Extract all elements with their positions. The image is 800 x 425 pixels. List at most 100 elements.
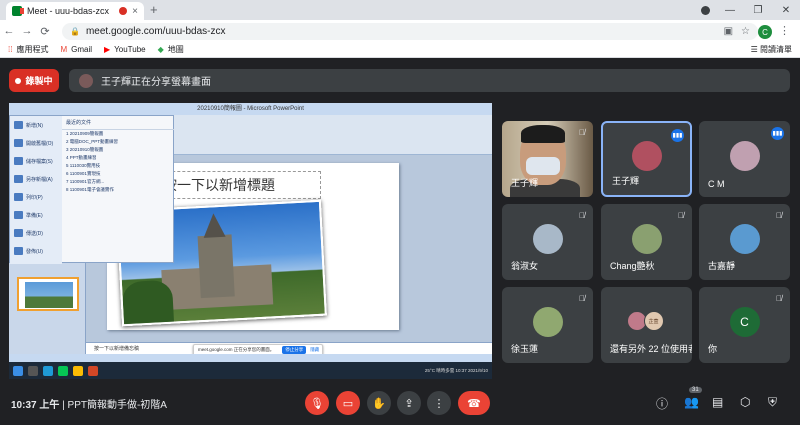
powerpoint-icon bbox=[88, 365, 98, 376]
hide-button: 隱藏 bbox=[310, 347, 320, 352]
camera-off-icon: ▭ bbox=[342, 397, 354, 410]
participant-tile-more[interactable]: 芷萱 還有另外 22 位使用者 bbox=[601, 287, 692, 363]
bookmark-star-icon[interactable]: ☆ bbox=[741, 26, 750, 37]
participant-name: 還有另外 22 位使用者 bbox=[610, 344, 692, 354]
participant-tile-video[interactable]: 🎙̸ 王子輝 bbox=[502, 121, 593, 197]
mic-off-icon: 🎙̸ bbox=[579, 211, 585, 220]
participant-name: 古嘉靜 bbox=[708, 261, 736, 271]
chrome-icon bbox=[73, 365, 83, 376]
mic-toggle-button[interactable]: 🎙 bbox=[305, 391, 329, 415]
participant-name: 王子輝 bbox=[511, 178, 539, 188]
participant-tile[interactable]: ▮▮▮ C M bbox=[699, 121, 790, 197]
system-tray: 25°C 晴時多雲 10:37 2021/9/10 bbox=[424, 367, 488, 373]
ppt-menu-item: 傳送(D) bbox=[10, 224, 62, 242]
window-controls: — ❐ ✕ bbox=[716, 0, 800, 20]
avatar bbox=[729, 224, 760, 254]
line-icon bbox=[58, 365, 68, 376]
leave-call-button[interactable]: ☎ bbox=[458, 391, 490, 415]
stop-sharing-button: 停止分享 bbox=[282, 346, 307, 354]
avatar bbox=[631, 224, 662, 254]
participant-tile[interactable]: ▮▮▮ 王子輝 bbox=[601, 121, 692, 197]
record-dot-icon bbox=[15, 77, 22, 84]
lock-icon: 🔒 bbox=[70, 27, 80, 36]
bookmark-youtube[interactable]: ▶ YouTube bbox=[104, 45, 146, 54]
ppt-window-title: 20210910簡報圖 - Microsoft PowerPoint bbox=[9, 103, 492, 115]
reading-list[interactable]: ☰ 閱讀清單 bbox=[751, 44, 792, 55]
apps-grid-icon: ⁞⁞ bbox=[8, 45, 13, 54]
tab-title: Meet - uuu-bdas-zcx bbox=[27, 6, 110, 16]
participant-tile[interactable]: 🎙̸ 古嘉靜 bbox=[699, 204, 790, 280]
participant-name: 王子輝 bbox=[612, 176, 640, 186]
ppt-menu-item: 儲存檔案(S) bbox=[10, 152, 62, 170]
ppt-status-bar bbox=[9, 354, 492, 362]
url-text: meet.google.com/uuu-bdas-zcx bbox=[85, 26, 226, 37]
address-bar[interactable]: 🔒 meet.google.com/uuu-bdas-zcx ▣ ☆ bbox=[62, 23, 758, 40]
activities-button[interactable]: ⬡ bbox=[740, 395, 750, 409]
raise-hand-button[interactable]: ✋ bbox=[367, 391, 391, 415]
bookmarks-bar: ⁞⁞ 應用程式 M Gmail ▶ YouTube ◆ 地圖 ☰ 閱讀清單 bbox=[0, 42, 800, 58]
people-icon: 👥 bbox=[684, 395, 699, 409]
new-tab-button[interactable]: + bbox=[150, 2, 158, 17]
speaking-indicator-icon: ▮▮▮ bbox=[771, 127, 784, 140]
hand-icon: ✋ bbox=[372, 397, 386, 410]
mic-off-icon: 🎙̸ bbox=[579, 128, 585, 137]
ppt-menu-item: 列印(P) bbox=[10, 188, 62, 206]
participant-tile-self[interactable]: C 🎙̸ 你 bbox=[699, 287, 790, 363]
profile-dot-icon bbox=[701, 6, 710, 15]
reload-button[interactable]: ⟳ bbox=[36, 25, 54, 38]
ppt-office-menu: 新增(N) 開啟舊檔(O) 儲存檔案(S) 另存新檔(A) 列印(P) 準備(E… bbox=[9, 115, 174, 264]
participant-name: 翁淑女 bbox=[511, 261, 539, 271]
present-button[interactable]: ⇪ bbox=[397, 391, 421, 415]
ppt-menu-item: 另存新檔(A) bbox=[10, 170, 62, 188]
tab-close-icon[interactable]: × bbox=[132, 6, 138, 17]
minimize-button[interactable]: — bbox=[716, 5, 744, 16]
meet-favicon-icon bbox=[12, 6, 24, 16]
slide-thumbnail-pane bbox=[9, 263, 86, 363]
slide-thumbnail bbox=[17, 277, 79, 311]
activities-icon: ⬡ bbox=[740, 395, 751, 409]
camera-permission-icon[interactable]: ▣ bbox=[724, 26, 733, 37]
participant-name: 徐玉蓮 bbox=[511, 344, 539, 354]
participant-tile[interactable]: 🎙̸ Chang艷秋 bbox=[601, 204, 692, 280]
host-controls-button[interactable]: ⛨ bbox=[768, 395, 777, 410]
maximize-button[interactable]: ❐ bbox=[744, 5, 772, 16]
browser-tab-strip: Meet - uuu-bdas-zcx × + — ❐ ✕ bbox=[0, 0, 800, 20]
bookmark-apps[interactable]: ⁞⁞ 應用程式 bbox=[8, 44, 48, 55]
maps-icon: ◆ bbox=[157, 45, 164, 54]
participant-name: C M bbox=[708, 179, 725, 189]
recording-indicator-icon bbox=[119, 7, 128, 15]
recording-badge: 錄製中 bbox=[9, 69, 59, 92]
forward-button[interactable]: → bbox=[18, 25, 36, 37]
participant-count-badge: 31 bbox=[689, 387, 702, 393]
profile-avatar[interactable]: C bbox=[758, 25, 772, 39]
avatar-stack: 芷萱 bbox=[626, 311, 664, 331]
search-icon bbox=[28, 365, 38, 376]
chat-button[interactable]: ▤ bbox=[712, 395, 723, 409]
participant-tile[interactable]: 🎙̸ 翁淑女 bbox=[502, 204, 593, 280]
shield-icon: ⛨ bbox=[768, 395, 778, 409]
participant-tile[interactable]: 🎙̸ 徐玉蓮 bbox=[502, 287, 593, 363]
presenting-banner: 王子輝正在分享螢幕畫面 bbox=[69, 69, 790, 92]
mic-off-icon: 🎙̸ bbox=[579, 294, 585, 303]
avatar bbox=[631, 141, 662, 171]
browser-menu-icon[interactable]: ⋮ bbox=[779, 24, 790, 37]
meeting-details-button[interactable]: ⓘ bbox=[656, 395, 668, 412]
avatar: C bbox=[729, 307, 760, 337]
more-options-button[interactable]: ⋮ bbox=[427, 391, 451, 415]
back-button[interactable]: ← bbox=[0, 25, 18, 37]
meeting-info: 10:37 上午 | PPT簡報動手做-初階A bbox=[11, 400, 167, 411]
mic-off-icon: 🎙̸ bbox=[776, 294, 782, 303]
bookmark-gmail[interactable]: M Gmail bbox=[60, 45, 92, 54]
close-window-button[interactable]: ✕ bbox=[772, 5, 800, 16]
participant-name: Chang艷秋 bbox=[610, 261, 655, 271]
presenter-avatar bbox=[79, 73, 93, 88]
people-button[interactable]: 👥 bbox=[684, 395, 699, 409]
browser-tab[interactable]: Meet - uuu-bdas-zcx × bbox=[6, 2, 144, 20]
bookmark-maps[interactable]: ◆ 地圖 bbox=[158, 44, 184, 55]
speaking-indicator-icon: ▮▮▮ bbox=[671, 129, 684, 142]
camera-toggle-button[interactable]: ▭ bbox=[336, 391, 360, 415]
chat-icon: ▤ bbox=[712, 395, 724, 409]
participant-name: 你 bbox=[708, 344, 718, 354]
ppt-menu-item: 發佈(U) bbox=[10, 242, 62, 260]
meeting-controls-bar: 10:37 上午 | PPT簡報動手做-初階A 🎙 ▭ ✋ ⇪ ⋮ ☎ ⓘ 👥 … bbox=[0, 382, 800, 425]
